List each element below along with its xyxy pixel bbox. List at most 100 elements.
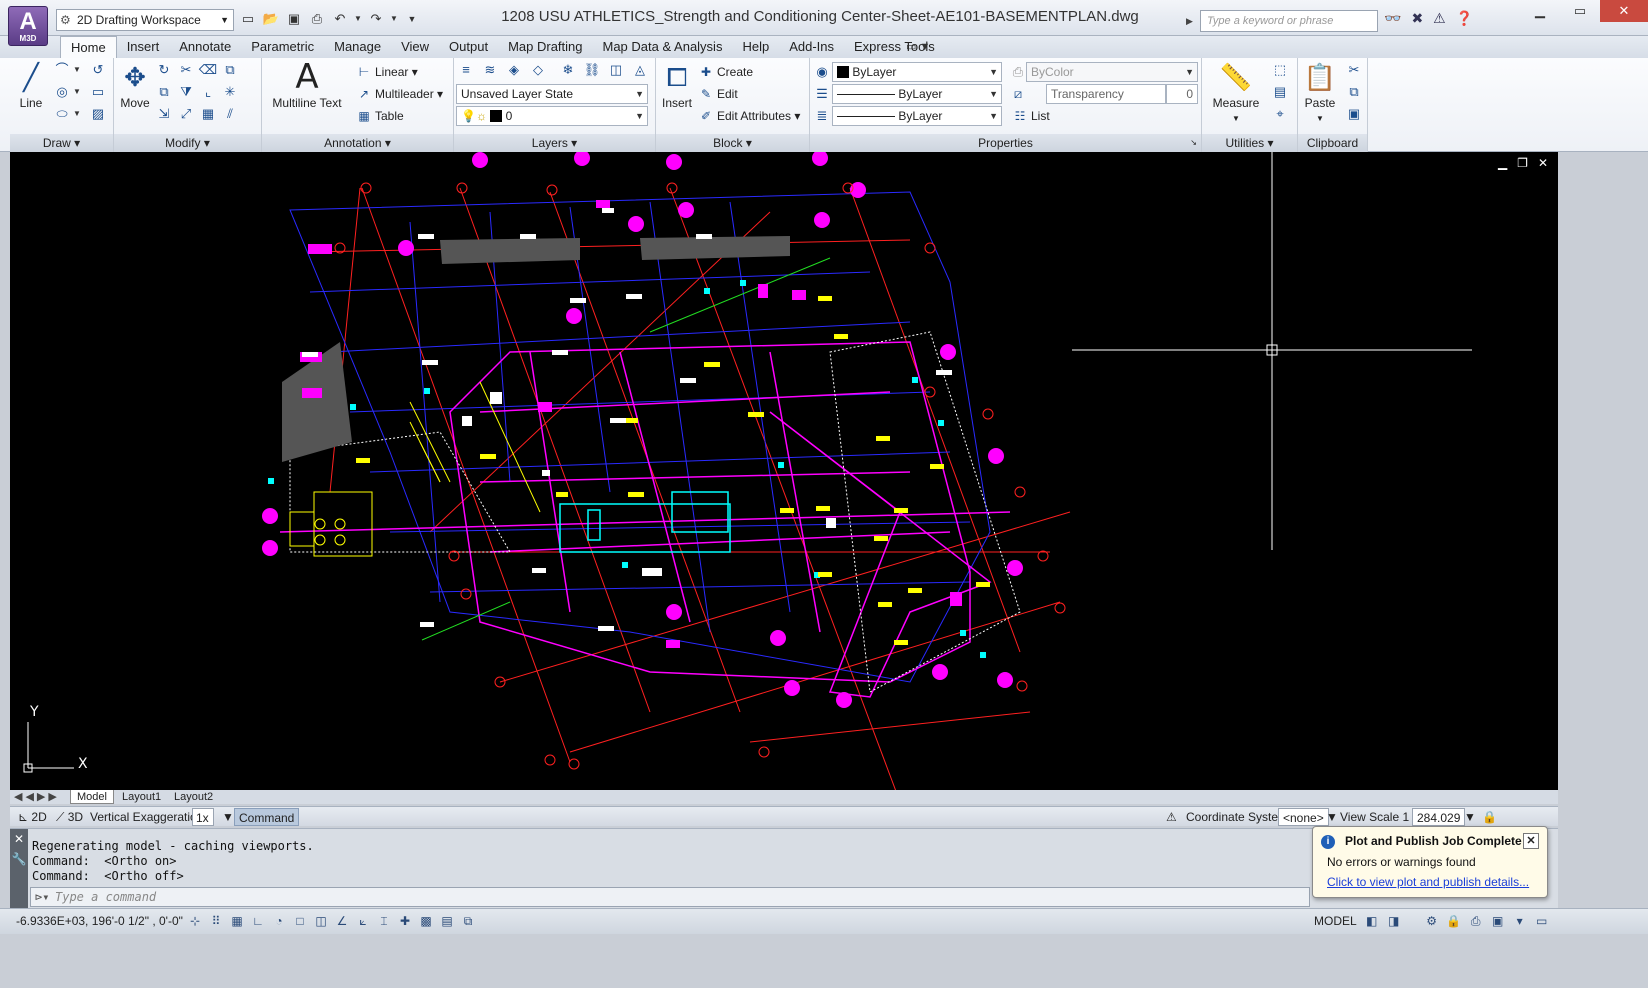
trim-icon[interactable]: ✂: [176, 60, 196, 80]
save-icon[interactable]: ▣: [284, 8, 304, 28]
transparency-toggle-icon[interactable]: ▩: [417, 912, 435, 930]
chevron-down-icon[interactable]: ▼: [1460, 808, 1480, 826]
search-input[interactable]: Type a keyword or phrase: [1200, 10, 1378, 32]
viewport-minimize-icon[interactable]: ▁: [1498, 156, 1507, 170]
layers-panel-title[interactable]: Layers ▾: [454, 134, 655, 152]
paste-button[interactable]: 📋 Paste ▼: [1302, 60, 1338, 124]
properties-panel-title[interactable]: Properties ↘: [810, 134, 1201, 152]
model-space-button[interactable]: MODEL: [1312, 912, 1359, 930]
toolbar-lock-icon[interactable]: 🔒: [1445, 912, 1463, 930]
create-block-button[interactable]: ✚ Create: [698, 62, 753, 82]
modify-panel-title[interactable]: Modify ▾: [114, 134, 261, 152]
explode-icon[interactable]: ✳: [220, 82, 240, 102]
tab-output[interactable]: Output: [439, 36, 498, 58]
tab-view[interactable]: View: [391, 36, 439, 58]
tab-map-drafting[interactable]: Map Drafting: [498, 36, 592, 58]
layout-nav-arrows[interactable]: ◀◀▶▶: [14, 790, 60, 803]
view-2d-button[interactable]: ⊾ 2D: [14, 808, 51, 826]
quick-view-layouts-icon[interactable]: ◧: [1363, 912, 1381, 930]
layer-lock-icon[interactable]: ⛓: [582, 60, 602, 80]
viewport-close-icon[interactable]: ✕: [1538, 156, 1548, 170]
insert-block-button[interactable]: ⧠ Insert: [658, 60, 696, 110]
tab-model[interactable]: Model: [70, 790, 114, 804]
chevron-down-icon[interactable]: ▼: [72, 82, 82, 102]
print-icon[interactable]: ⎙: [307, 8, 327, 28]
object-snap-tracking-icon[interactable]: ∠: [333, 912, 351, 930]
polyline-icon[interactable]: ⌒: [52, 60, 72, 80]
application-menu-button[interactable]: A M3D: [8, 6, 48, 46]
layer-walk-icon[interactable]: ◫: [606, 60, 626, 80]
layer-state-select[interactable]: Unsaved Layer State ▼: [456, 84, 648, 104]
chevron-down-icon[interactable]: ▼: [72, 60, 82, 80]
line-button[interactable]: ╱ Line: [12, 60, 50, 110]
tab-annotate[interactable]: Annotate: [169, 36, 241, 58]
rectangle-icon[interactable]: ▭: [88, 82, 108, 102]
table-button[interactable]: ▦ Table: [356, 106, 403, 126]
arc-icon[interactable]: ↺: [88, 60, 108, 80]
fillet-icon[interactable]: ⌞: [198, 82, 218, 102]
clean-screen-icon[interactable]: ▭: [1533, 912, 1551, 930]
draw-panel-title[interactable]: Draw ▾: [10, 134, 113, 152]
command-line-handle[interactable]: ✕ 🔧: [10, 829, 28, 909]
hatch-icon[interactable]: ▨: [88, 104, 108, 124]
scale-icon[interactable]: ⤢: [176, 104, 196, 124]
id-point-icon[interactable]: ⌖: [1270, 104, 1290, 124]
dialog-launcher-icon[interactable]: ↘: [1190, 134, 1197, 152]
lineweight-select[interactable]: ByLayer ▼: [832, 106, 1002, 126]
measure-button[interactable]: 📏 Measure ▼: [1208, 60, 1264, 124]
selection-cycling-icon[interactable]: ⧉: [459, 912, 477, 930]
utilities-panel-title[interactable]: Utilities ▾: [1202, 134, 1297, 152]
transparency-icon[interactable]: ⧄: [1008, 84, 1028, 104]
redo-icon[interactable]: ↷: [366, 8, 386, 28]
exchange-icon[interactable]: ✖: [1411, 10, 1423, 27]
tab-insert[interactable]: Insert: [117, 36, 170, 58]
infer-constraints-icon[interactable]: ⊹: [186, 912, 204, 930]
rotate-icon[interactable]: ↻: [154, 60, 174, 80]
linear-dimension-button[interactable]: ⊢ Linear ▾: [356, 62, 418, 82]
clipboard-panel-title[interactable]: Clipboard: [1298, 134, 1367, 152]
workspace-switching-icon[interactable]: ⚙: [1423, 912, 1441, 930]
block-panel-title[interactable]: Block ▾: [656, 134, 809, 152]
copy-icon[interactable]: ⧉: [154, 82, 174, 102]
cut-icon[interactable]: ✂: [1344, 60, 1364, 80]
isolate-objects-icon[interactable]: ▣: [1489, 912, 1507, 930]
layer-unisolate-icon[interactable]: ◬: [630, 60, 650, 80]
quick-properties-icon[interactable]: ▤: [438, 912, 456, 930]
multileader-button[interactable]: ↗ Multileader ▾: [356, 84, 443, 104]
ribbon-minimize-icon[interactable]: ▭ ▼: [906, 40, 930, 53]
drawing-canvas[interactable]: Y X ▁ ❐ ✕: [10, 152, 1558, 790]
dynamic-input-icon[interactable]: ⌶: [375, 912, 393, 930]
layer-match-icon[interactable]: ≋: [480, 60, 500, 80]
close-icon[interactable]: ✕: [14, 832, 24, 846]
redo-dropdown-icon[interactable]: ▼: [389, 8, 399, 28]
object-snap-icon[interactable]: □: [291, 912, 309, 930]
grid-display-icon[interactable]: ▦: [228, 912, 246, 930]
circle-icon[interactable]: ◎: [52, 82, 72, 102]
lineweight-toggle-icon[interactable]: ✚: [396, 912, 414, 930]
vertical-exaggeration-select[interactable]: 1x: [192, 808, 214, 826]
view-scale-value[interactable]: 284.029: [1412, 808, 1466, 826]
close-notification-icon[interactable]: ✕: [1523, 833, 1539, 849]
offset-icon[interactable]: ⫽: [220, 104, 240, 124]
annotation-panel-title[interactable]: Annotation ▾: [262, 134, 453, 152]
command-button[interactable]: Command: [234, 808, 300, 826]
open-icon[interactable]: 📂: [261, 8, 281, 28]
tab-layout2[interactable]: Layout2: [168, 790, 219, 804]
close-icon[interactable]: ✕: [1600, 0, 1648, 22]
ellipse-icon[interactable]: ⬭: [52, 104, 72, 124]
lock-icon[interactable]: 🔒: [1478, 808, 1501, 826]
layer-select[interactable]: 💡☼ 0 ▼: [456, 106, 648, 126]
polar-tracking-icon[interactable]: ◔: [270, 912, 288, 930]
view-3d-button[interactable]: ⟋ 3D: [52, 808, 87, 826]
maximize-icon[interactable]: ▭: [1560, 0, 1600, 22]
edit-block-button[interactable]: ✎ Edit: [698, 84, 738, 104]
color-select[interactable]: ByLayer ▼: [832, 62, 1002, 82]
plot-details-link[interactable]: Click to view plot and publish details..…: [1327, 875, 1529, 889]
undo-dropdown-icon[interactable]: ▼: [353, 8, 363, 28]
layer-isolate-icon[interactable]: ◈: [504, 60, 524, 80]
copy-clip-icon[interactable]: ⧉: [1344, 82, 1364, 102]
tab-help[interactable]: Help: [732, 36, 779, 58]
viewport-restore-icon[interactable]: ❐: [1517, 156, 1528, 170]
binoculars-icon[interactable]: 👓: [1384, 10, 1401, 27]
workspace-selector[interactable]: ⚙ 2D Drafting Workspace ▼: [56, 9, 234, 31]
